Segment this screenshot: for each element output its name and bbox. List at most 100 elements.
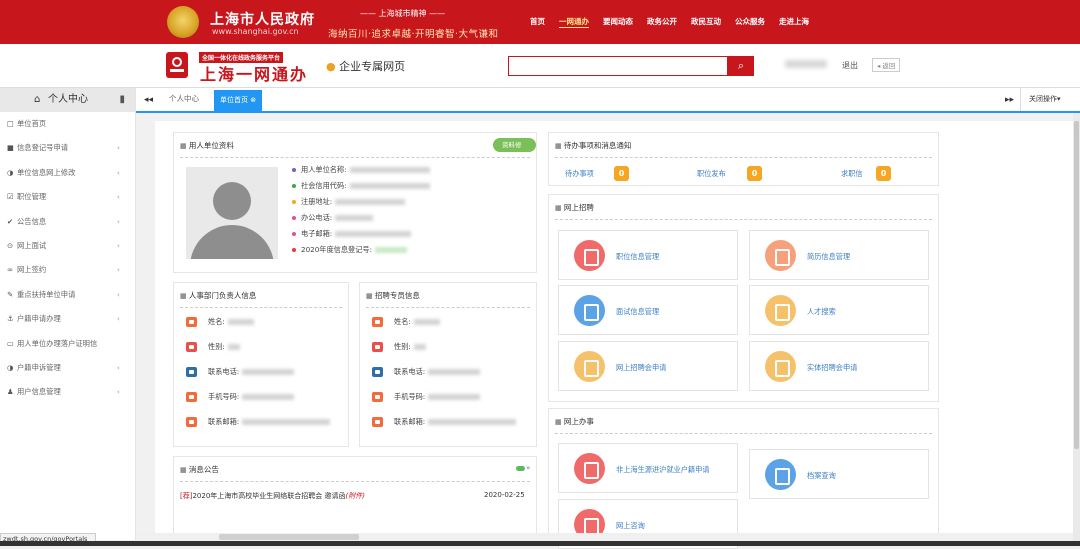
picture-icon (765, 351, 796, 382)
nav-news[interactable]: 要闻动态 (603, 16, 633, 28)
back-button[interactable]: ◂ 返回 (872, 58, 901, 72)
unit-field-label: 社会信用代码: (301, 181, 347, 190)
unit-field-value (349, 167, 430, 173)
sidebar-item[interactable]: ☑ 职位管理 ‹ (0, 185, 135, 209)
sidebar-item[interactable]: ◑ 单位信息网上修改 ‹ (0, 161, 135, 185)
sidebar-item-icon: □ (7, 119, 14, 128)
service-card[interactable]: 网上招聘会申请 (558, 341, 738, 391)
stamp-icon (574, 453, 605, 484)
nav-public-service[interactable]: 公众服务 (735, 16, 765, 28)
recruit-contact-panel: 招聘专员信息 姓名: 性别: 联系电话: 手机号码: 联系邮箱: (359, 282, 537, 447)
main-content: 用人单位资料 资料修改 用人单位名称: 社会信用代码: 注册地址: 办公电话: 电子邮箱… (155, 121, 1073, 549)
nav-interaction[interactable]: 政民互动 (691, 16, 721, 28)
tab-unit-home[interactable]: 单位首页 ⊗ (214, 90, 263, 111)
search-input[interactable] (508, 56, 728, 76)
contact-value (413, 344, 426, 350)
service-card-label[interactable]: 非上海生源进沪就业户籍申请 (616, 465, 709, 475)
unit-field: 办公电话: (292, 213, 374, 223)
brand-name[interactable]: 上海一网通办 (200, 61, 308, 85)
panel-title: 网上办事 (555, 416, 594, 427)
nav-gov-affairs[interactable]: 政务公开 (647, 16, 677, 28)
service-card[interactable]: 面试信息管理 (558, 285, 738, 335)
unit-field-label: 注册地址: (301, 197, 333, 206)
chevron-icon: ‹ (117, 314, 120, 324)
contact-value (428, 369, 481, 375)
service-card[interactable]: 简历信息管理 (749, 230, 929, 280)
nav-home[interactable]: 首页 (530, 16, 545, 28)
bar-chart-icon (574, 295, 605, 326)
user-name (785, 60, 827, 68)
sidebar-item-icon: ♟ (7, 387, 14, 397)
notice-text[interactable]: 2020年上海市高校毕业生网络联合招聘会 邀请函 (192, 492, 345, 500)
panel-title: 人事部门负责人信息 (180, 290, 257, 301)
service-card-label[interactable]: 职位信息管理 (616, 252, 659, 262)
sidebar-toggle-icon[interactable]: ▮ (119, 88, 125, 112)
gov-title[interactable]: 上海市人民政府 (210, 9, 315, 29)
unit-field: 社会信用代码: (292, 181, 430, 191)
service-card-label[interactable]: 实体招聘会申请 (807, 363, 857, 373)
more-icon[interactable]: » (516, 464, 530, 472)
todo-label[interactable]: 待办事项 (565, 169, 594, 179)
service-card-label[interactable]: 人才搜索 (807, 307, 836, 317)
sidebar-item-label: 单位首页 (17, 119, 47, 128)
chevron-icon: ‹ (117, 362, 120, 372)
sidebar-item[interactable]: ■ 信息登记号申请 ‹ (0, 136, 135, 160)
bullet-icon (292, 216, 296, 220)
sidebar-item[interactable]: □ 单位首页 (0, 112, 135, 136)
emblem-icon (167, 6, 199, 38)
sidebar-item[interactable]: ✎ 重点扶持单位申请 ‹ (0, 283, 135, 307)
job-post-count[interactable]: 0 (747, 166, 762, 181)
sidebar-item-label: 用人单位办理落户证明信 (17, 338, 98, 348)
service-card[interactable]: 职位信息管理 (558, 230, 738, 280)
service-card-label[interactable]: 简历信息管理 (807, 252, 850, 262)
contact-row: 性别: (372, 342, 426, 352)
unit-field: 用人单位名称: (292, 165, 430, 175)
close-operations-menu[interactable]: 关闭操作▾ (1020, 88, 1080, 111)
tab-prev-icon[interactable]: ◂◂ (144, 95, 153, 105)
service-card[interactable]: 档案查询 (749, 449, 929, 499)
job-post-label[interactable]: 职位发布 (697, 169, 726, 179)
service-card-label[interactable]: 网上招聘会申请 (616, 363, 666, 373)
contact-label: 性别: (208, 342, 225, 351)
contact-row: 联系邮箱: (372, 417, 517, 427)
application-count[interactable]: 0 (876, 166, 891, 181)
service-card-label[interactable]: 面试信息管理 (616, 307, 659, 317)
sidebar-header[interactable]: ⌂ 个人中心 ▮ (0, 88, 135, 112)
contact-value (242, 369, 295, 375)
application-label[interactable]: 求职信 (841, 169, 863, 179)
service-card-label[interactable]: 网上咨询 (616, 521, 645, 531)
sidebar: ⌂ 个人中心 ▮ □ 单位首页 ■ 信息登记号申请 ‹ ◑ 单位信息网上修改 ‹ ☑ 职位管理 ‹ ✔… (0, 88, 136, 540)
sidebar-item[interactable]: ♟ 用户信息管理 ‹ (0, 380, 135, 404)
sidebar-item[interactable]: ⚓ 户籍申请办理 ‹ (0, 307, 135, 331)
sidebar-item[interactable]: ▭ 用人单位办理落户证明信 (0, 332, 135, 356)
service-card[interactable]: 实体招聘会申请 (749, 341, 929, 391)
people-icon (765, 240, 796, 271)
sidebar-item[interactable]: ◑ 户籍申诉管理 ‹ (0, 356, 135, 380)
service-card[interactable]: 非上海生源进沪就业户籍申请 (558, 443, 738, 493)
sidebar-item-icon: ■ (7, 143, 14, 153)
service-card-label[interactable]: 档案查询 (807, 471, 836, 481)
notice-item[interactable]: [荐]2020年上海市高校毕业生网络联合招聘会 邀请函(附件) (180, 491, 365, 501)
sidebar-item[interactable]: ⊙ 网上面试 ‹ (0, 234, 135, 258)
modify-info-button[interactable]: 资料修改 (493, 138, 536, 163)
nav-about[interactable]: 走进上海 (779, 16, 809, 28)
sidebar-item[interactable]: ✔ 公告信息 ‹ (0, 210, 135, 234)
service-card[interactable]: 人才搜索 (749, 285, 929, 335)
vertical-scrollbar[interactable] (1073, 113, 1080, 541)
nav-ywtb[interactable]: 一网通办 (559, 16, 589, 28)
logout-link[interactable]: 退出 (842, 60, 858, 71)
panel-title: 用人单位资料 (180, 140, 234, 151)
sidebar-item-label: 信息登记号申请 (17, 143, 69, 153)
tab-next-icon[interactable]: ▸▸ (1005, 95, 1014, 105)
sidebar-item-icon: ☑ (7, 192, 14, 202)
notice-attachment[interactable]: (附件) (346, 492, 365, 500)
chevron-icon: ‹ (117, 143, 120, 153)
sidebar-item[interactable]: ∞ 网上签约 ‹ (0, 258, 135, 282)
horizontal-scrollbar[interactable] (136, 533, 1073, 541)
todo-count[interactable]: 0 (614, 166, 629, 181)
tab-personal-center[interactable]: 个人中心 (169, 93, 199, 104)
sidebar-item-icon: ⊙ (7, 240, 14, 250)
gov-url[interactable]: www.shanghai.gov.cn (212, 27, 299, 36)
contact-label: 手机号码: (394, 392, 426, 401)
search-button[interactable]: ⌕ (728, 56, 754, 76)
